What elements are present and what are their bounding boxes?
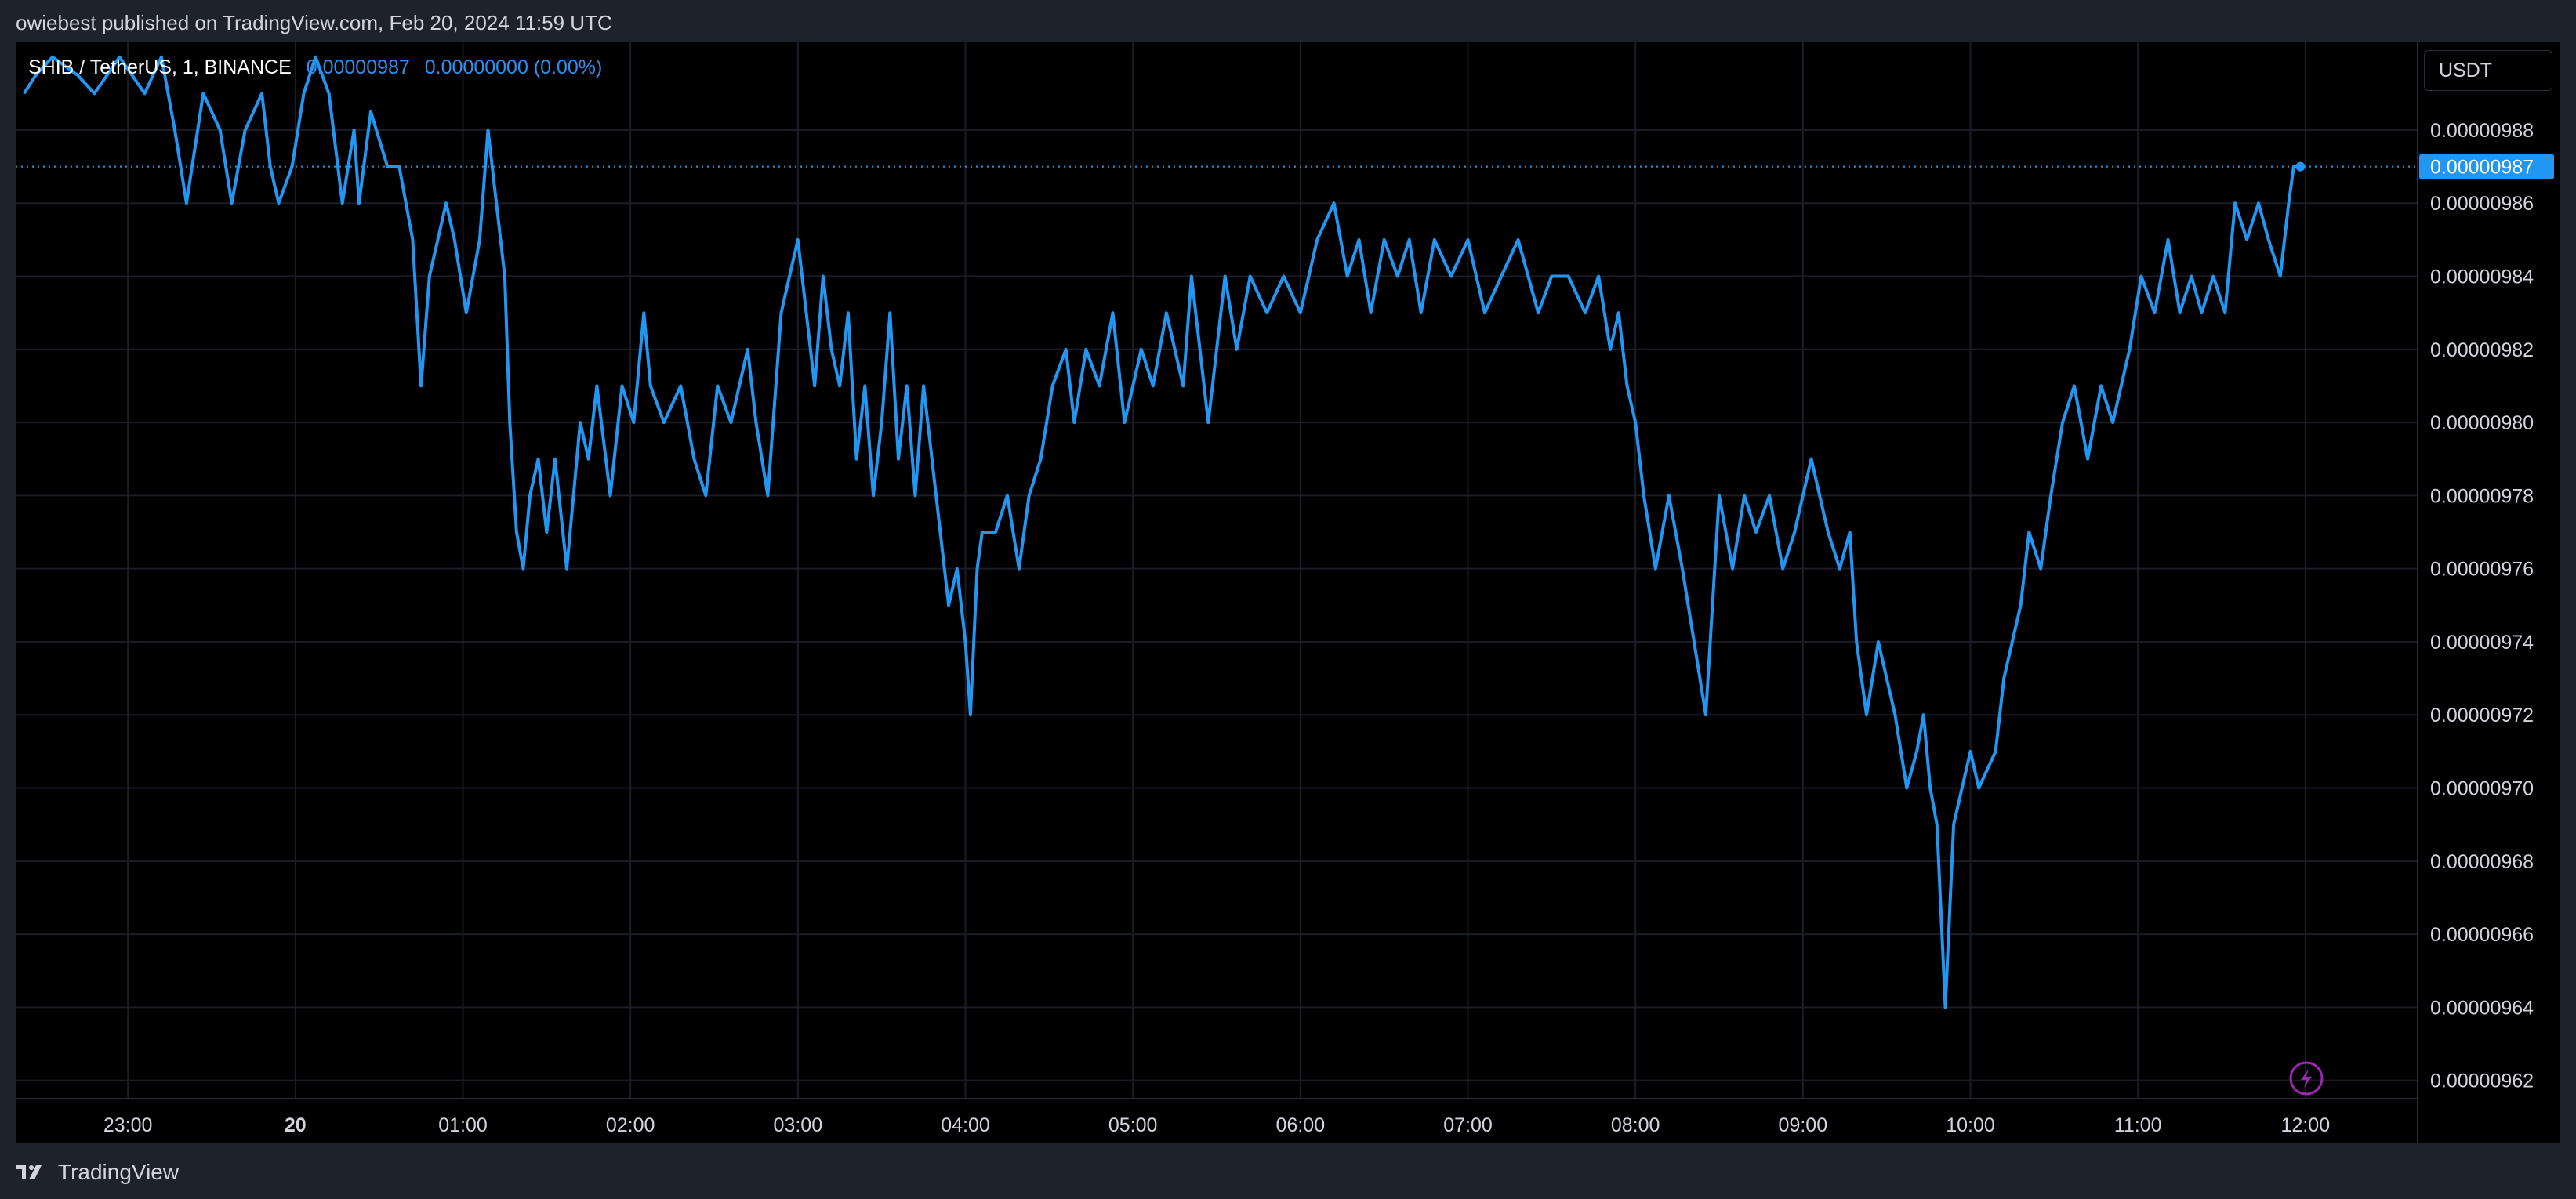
price-tick-label: 0.00000966 (2430, 924, 2534, 946)
footer-branding[interactable]: TradingView (16, 1157, 179, 1188)
last-price-dot (2295, 161, 2306, 172)
price-tick-label: 0.00000962 (2430, 1070, 2534, 1092)
price-tick-label: 0.00000964 (2430, 997, 2534, 1019)
price-tick-label: 0.00000988 (2430, 120, 2534, 142)
time-tick-label: 05:00 (1108, 1114, 1158, 1136)
price-tick-label: 0.00000970 (2430, 778, 2534, 800)
time-tick-label: 07:00 (1443, 1114, 1493, 1136)
legend-symbol[interactable]: SHIB / TetherUS, 1, BINANCE (28, 56, 292, 78)
published-by-header: owiebest published on TradingView.com, F… (16, 11, 612, 34)
series-layer (23, 55, 2301, 1009)
grid-lines (16, 42, 2418, 1099)
time-tick-label: 10:00 (1946, 1114, 1995, 1136)
legend-last-value: 0.00000987 (306, 56, 410, 78)
time-tick-label: 01:00 (438, 1114, 488, 1136)
time-tick-label: 03:00 (774, 1114, 823, 1136)
price-tick-label: 0.00000984 (2430, 266, 2534, 288)
price-tick-label: 0.00000978 (2430, 485, 2534, 507)
time-tick-label: 08:00 (1611, 1114, 1660, 1136)
price-tick-label: 0.00000986 (2430, 193, 2534, 215)
currency-selector[interactable]: USDT (2424, 50, 2552, 91)
price-series-line (23, 55, 2301, 1009)
price-chart[interactable]: 0.00000988 0.00000986 0.00000984 0.00000982… (16, 42, 2560, 1143)
chart-legend[interactable]: SHIB / TetherUS, 1, BINANCE 0.00000987 0… (28, 56, 602, 79)
legend-change: 0.00000000 (0.00%) (424, 56, 603, 78)
tradingview-logo-icon (16, 1165, 42, 1179)
time-tick-label: 11:00 (2114, 1114, 2162, 1136)
time-tick-label: 02:00 (606, 1114, 655, 1136)
last-price-label: 0.00000987 (2430, 157, 2534, 179)
time-tick-label: 23:00 (103, 1114, 153, 1136)
time-axis-ticks: 23:00 20 01:00 02:00 03:00 04:00 05:00 06:00 07:… (103, 1114, 2330, 1136)
price-tick-label: 0.00000980 (2430, 412, 2534, 434)
time-tick-label: 09:00 (1779, 1114, 1828, 1136)
time-tick-label: 20 (285, 1114, 307, 1136)
price-tick-label: 0.00000974 (2430, 632, 2534, 654)
price-axis-ticks: 0.00000988 0.00000986 0.00000984 0.00000982… (2430, 120, 2534, 1092)
price-tick-label: 0.00000968 (2430, 851, 2534, 873)
lightning-icon[interactable] (2289, 1061, 2324, 1096)
footer-brand-text: TradingView (58, 1160, 180, 1184)
price-tick-label: 0.00000972 (2430, 705, 2534, 726)
time-tick-label: 06:00 (1276, 1114, 1326, 1136)
chart-frame[interactable]: 0.00000988 0.00000986 0.00000984 0.00000982… (16, 42, 2560, 1143)
time-tick-label: 04:00 (941, 1114, 990, 1136)
price-tick-label: 0.00000982 (2430, 339, 2534, 361)
time-tick-label: 12:00 (2281, 1114, 2331, 1136)
price-tick-label: 0.00000976 (2430, 559, 2534, 581)
axes (16, 42, 2418, 1143)
